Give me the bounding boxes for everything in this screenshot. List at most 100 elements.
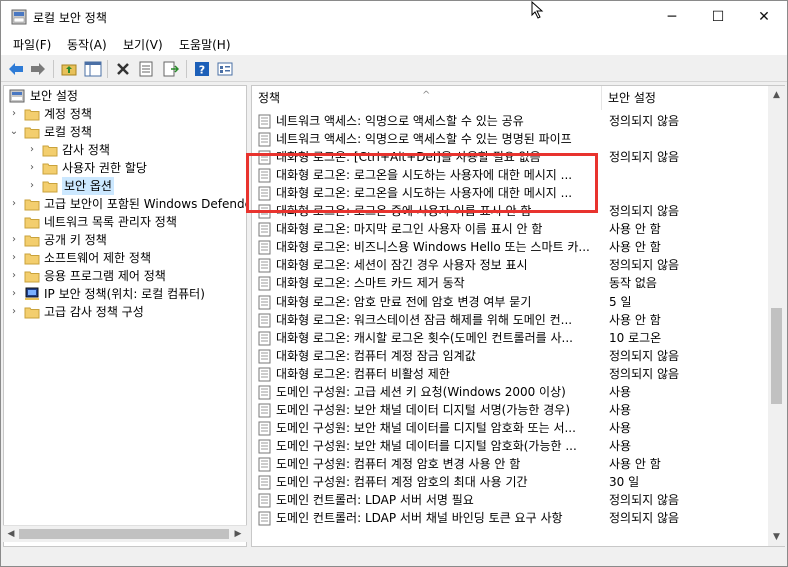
policy-row[interactable]: 대화형 로그온: [Ctrl+Alt+Del]을 사용할 필요 없음 정의되지 않…: [252, 148, 768, 167]
tree-item[interactable]: › 응용 프로그램 제어 정책: [4, 267, 244, 285]
policy-icon: [258, 132, 272, 147]
tree-item-label: 사용자 권한 할당: [62, 161, 147, 175]
tree-root-label: 보안 설정: [30, 89, 78, 103]
policy-icon: [258, 475, 272, 490]
policy-row[interactable]: 도메인 구성원: 보안 채널 데이터를 디지털 암호화(가능한 ... 사용: [252, 437, 768, 456]
scroll-thumb[interactable]: [19, 529, 229, 539]
expand-chevron-icon[interactable]: ›: [26, 177, 38, 195]
policy-row[interactable]: 도메인 구성원: 보안 채널 데이터를 디지털 암호화 또는 서... 사용: [252, 419, 768, 438]
tree-item[interactable]: › 사용자 권한 할당: [4, 159, 244, 177]
expand-chevron-icon[interactable]: ›: [26, 141, 38, 159]
list-vertical-scrollbar[interactable]: ▲ ▼: [768, 86, 785, 546]
toolbar: ?: [1, 56, 787, 82]
tree-horizontal-scrollbar[interactable]: ◀ ▶: [3, 525, 247, 542]
expand-chevron-icon[interactable]: ›: [8, 267, 20, 285]
properties-button[interactable]: [136, 59, 156, 79]
scroll-thumb[interactable]: [771, 308, 782, 404]
policy-row[interactable]: 대화형 로그온: 세션이 잠긴 경우 사용자 정보 표시 정의되지 않음: [252, 256, 768, 275]
up-folder-icon: [61, 64, 77, 76]
help-button[interactable]: ?: [192, 59, 212, 79]
up-one-level-button[interactable]: [59, 59, 79, 79]
tree-item[interactable]: ⌄ 로컬 정책: [4, 123, 244, 141]
policy-name: 대화형 로그온: 캐시할 로그온 횟수(도메인 컨트롤러를 사...: [276, 330, 573, 345]
policy-name: 네트워크 액세스: 익명으로 액세스할 수 있는 공유: [276, 114, 524, 128]
expand-chevron-icon[interactable]: ›: [8, 303, 20, 321]
back-button[interactable]: [6, 59, 26, 79]
scroll-left-icon[interactable]: ◀: [4, 527, 18, 541]
policy-row[interactable]: 대화형 로그온: 비즈니스용 Windows Hello 또는 스마트 카...…: [252, 238, 768, 257]
maximize-icon: ☐: [711, 9, 725, 25]
policy-row[interactable]: 도메인 구성원: 고급 세션 키 요청(Windows 2000 이상) 사용: [252, 383, 768, 402]
expand-chevron-icon[interactable]: ›: [26, 159, 38, 177]
export-list-button[interactable]: [161, 59, 181, 79]
forward-button[interactable]: [28, 59, 48, 79]
policy-icon: [258, 150, 272, 165]
policy-row[interactable]: 대화형 로그온: 컴퓨터 계정 잠금 임계값 정의되지 않음: [252, 347, 768, 366]
policy-setting: 정의되지 않음: [609, 204, 680, 219]
tree-root[interactable]: 보안 설정: [4, 87, 244, 105]
tree-item[interactable]: › 계정 정책: [4, 105, 244, 123]
folder-icon: [42, 143, 58, 157]
tree-item-label: 보안 옵션: [62, 177, 114, 195]
scroll-down-icon[interactable]: ▼: [770, 530, 783, 544]
expand-chevron-icon[interactable]: ›: [8, 249, 20, 267]
expand-chevron-icon[interactable]: ›: [8, 285, 20, 303]
tree-item[interactable]: 네트워크 목록 관리자 정책: [4, 213, 244, 231]
policy-row[interactable]: 도메인 구성원: 보안 채널 데이터 디지털 서명(가능한 경우) 사용: [252, 401, 768, 420]
expand-chevron-icon[interactable]: ›: [8, 195, 20, 213]
tree-item[interactable]: › 공개 키 정책: [4, 231, 244, 249]
policy-row[interactable]: 도메인 구성원: 컴퓨터 계정 암호의 최대 사용 기간 30 일: [252, 473, 768, 492]
tree-item-label: 공개 키 정책: [44, 233, 107, 247]
scroll-up-icon[interactable]: ▲: [770, 88, 783, 102]
menu-view[interactable]: 보기(V): [123, 36, 163, 53]
policy-row[interactable]: 도메인 구성원: 컴퓨터 계정 암호 변경 사용 안 함 사용 안 함: [252, 455, 768, 474]
policy-row[interactable]: 대화형 로그온: 마지막 로그인 사용자 이름 표시 안 함 사용 안 함: [252, 220, 768, 239]
menu-action[interactable]: 동작(A): [67, 36, 107, 53]
policy-icon: [258, 457, 272, 472]
tree-item[interactable]: › 소프트웨어 제한 정책: [4, 249, 244, 267]
policy-icon: [258, 439, 272, 454]
policy-icon: [258, 403, 272, 418]
policy-row[interactable]: 대화형 로그온: 컴퓨터 비활성 제한 정의되지 않음: [252, 365, 768, 384]
column-header-setting[interactable]: 보안 설정: [602, 86, 768, 110]
menu-file[interactable]: 파일(F): [13, 36, 51, 53]
view-button[interactable]: [215, 59, 235, 79]
policy-row[interactable]: 도메인 컨트롤러: LDAP 서버 채널 바인딩 토큰 요구 사항 정의되지 않음: [252, 509, 768, 528]
expand-chevron-icon[interactable]: ›: [8, 105, 20, 123]
tree-item[interactable]: › 보안 옵션: [4, 177, 244, 195]
policy-row[interactable]: 대화형 로그온: 워크스테이션 잠금 해제를 위해 도메인 컨... 사용 안 함: [252, 311, 768, 330]
close-button[interactable]: ✕: [741, 1, 787, 33]
scroll-right-icon[interactable]: ▶: [231, 527, 245, 541]
policy-name: 대화형 로그온: 로그온을 시도하는 사용자에 대한 메시지 ...: [276, 186, 573, 201]
maximize-button[interactable]: ☐: [695, 1, 741, 33]
expand-chevron-icon[interactable]: ›: [8, 231, 20, 249]
policy-row[interactable]: 대화형 로그온: 스마트 카드 제거 동작 동작 없음: [252, 274, 768, 293]
properties-icon: [139, 61, 153, 77]
tree-pane[interactable]: 보안 설정 › 계정 정책 ⌄ 로컬 정책 › 감사 정책 › 사용자 권한 할당 › 보안 옵션…: [3, 85, 247, 547]
expand-chevron-icon[interactable]: [8, 213, 20, 231]
minimize-button[interactable]: ─: [649, 1, 695, 33]
show-hide-tree-button[interactable]: [83, 59, 103, 79]
policy-row[interactable]: 네트워크 액세스: 익명으로 액세스할 수 있는 명명된 파이프: [252, 130, 768, 149]
toolbar-separator: [107, 60, 108, 78]
policy-row[interactable]: 대화형 로그온: 로그온을 시도하는 사용자에 대한 메시지 ...: [252, 166, 768, 185]
menu-help[interactable]: 도움말(H): [179, 36, 231, 53]
collapse-chevron-icon[interactable]: ⌄: [8, 123, 20, 141]
tree-item-label: IP 보안 정책(위치: 로컬 컴퓨터): [44, 287, 205, 301]
tree-item[interactable]: › 고급 보안이 포함된 Windows Defender: [4, 195, 246, 213]
policy-icon: [258, 276, 272, 291]
title-bar[interactable]: 로컬 보안 정책 ─ ☐ ✕: [1, 1, 787, 33]
policy-row[interactable]: 대화형 로그온: 로그온 중에 사용자 이름 표시 안 함 정의되지 않음: [252, 202, 768, 221]
tree-item[interactable]: › IP 보안 정책(위치: 로컬 컴퓨터): [4, 285, 244, 303]
policy-row[interactable]: 대화형 로그온: 암호 만료 전에 암호 변경 여부 묻기 5 일: [252, 293, 768, 312]
column-header-policy[interactable]: 정책 ^: [252, 86, 602, 110]
tree-item[interactable]: › 고급 감사 정책 구성: [4, 303, 244, 321]
tree-item[interactable]: › 감사 정책: [4, 141, 244, 159]
delete-button[interactable]: [113, 59, 133, 79]
policy-row[interactable]: 네트워크 액세스: 익명으로 액세스할 수 있는 공유 정의되지 않음: [252, 112, 768, 131]
policy-row[interactable]: 대화형 로그온: 로그온을 시도하는 사용자에 대한 메시지 ...: [252, 184, 768, 203]
policy-icon: [258, 222, 272, 237]
policy-row[interactable]: 도메인 컨트롤러: LDAP 서버 서명 필요 정의되지 않음: [252, 491, 768, 510]
policy-row[interactable]: 대화형 로그온: 캐시할 로그온 횟수(도메인 컨트롤러를 사... 10 로그온: [252, 329, 768, 348]
minimize-icon: ─: [667, 9, 677, 25]
